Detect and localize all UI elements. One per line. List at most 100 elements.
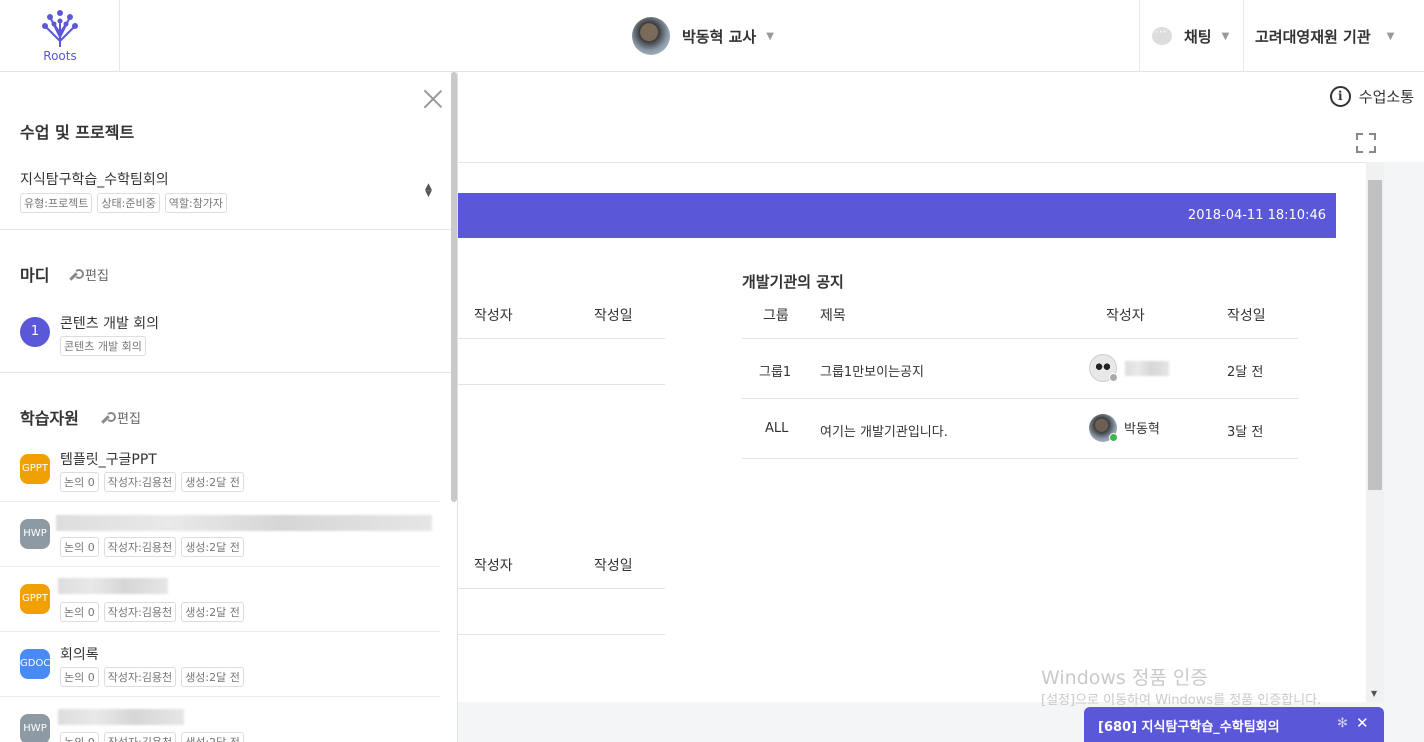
author-tag: 작성자:김용천: [103, 602, 177, 622]
table2-header-divider: [458, 588, 665, 589]
roots-logo[interactable]: Roots: [0, 0, 120, 72]
notice-date-header: 작성일: [1227, 308, 1266, 324]
notice-title-link[interactable]: 그룹1만보이는공지: [820, 361, 924, 380]
org-menu[interactable]: 고려대영재원 기관 ▼: [1255, 0, 1394, 72]
project-type-tag: 유형:프로젝트: [20, 193, 93, 213]
project-status-tag: 상태:준비중: [97, 193, 160, 213]
org-name: 고려대영재원 기관: [1255, 27, 1371, 46]
madi-edit-button[interactable]: 편집: [68, 265, 109, 284]
sidebar-scrollbar[interactable]: [451, 72, 457, 502]
chat-bubble-icon: [1152, 25, 1172, 45]
class-communication-link[interactable]: i 수업소통: [1329, 86, 1414, 107]
author-tag: 작성자:김용천: [103, 667, 177, 687]
user-avatar: [632, 17, 670, 55]
project-name: 지식탐구학습_수학팀회의: [20, 172, 169, 188]
hwp-file-icon: HWP: [20, 714, 50, 742]
sidebar-divider: [0, 372, 451, 373]
chat-window-title: [680] 지식탐구학습_수학팀회의: [1098, 720, 1280, 735]
online-status-dot: [1109, 433, 1118, 442]
notice-header-divider: [742, 338, 1298, 339]
resource-divider: [0, 501, 440, 502]
table1-date-header: 작성일: [594, 308, 633, 324]
offline-status-dot: [1109, 373, 1118, 382]
notice-author: 박동혁: [1124, 422, 1160, 437]
created-tag: 생성:2달 전: [181, 537, 244, 557]
section-title-project: 수업 및 프로젝트: [20, 123, 135, 142]
madi-title: 콘텐츠 개발 회의: [60, 316, 160, 332]
chat-window-tab[interactable]: [680] 지식탐구학습_수학팀회의 ✻ ✕: [1084, 707, 1384, 742]
madi-tag: 콘텐츠 개발 회의: [60, 336, 146, 356]
notice-group: 그룹1: [759, 365, 792, 380]
resource-tags: 논의 0 작성자:김용천 생성:2달 전: [60, 537, 244, 557]
project-role-tag: 역할:참가자: [164, 193, 228, 213]
close-icon[interactable]: [423, 89, 443, 109]
logo-text: Roots: [43, 49, 77, 63]
resource-divider: [0, 566, 440, 567]
table1-row-divider: [458, 384, 665, 385]
wrench-icon: [68, 268, 84, 281]
madi-number-badge: 1: [20, 317, 50, 347]
wrench-icon: [100, 411, 116, 424]
caret-down-icon: ▼: [1221, 30, 1230, 42]
created-tag: 생성:2달 전: [181, 667, 244, 687]
author-tag: 작성자:김용천: [103, 732, 177, 742]
edit-label: 편집: [85, 269, 109, 284]
discussion-count-tag: 논의 0: [60, 667, 99, 687]
resource-divider: [0, 696, 440, 697]
user-menu[interactable]: 박동혁 교사 ▼: [632, 17, 774, 55]
banner-date: 2018-04-11 18:10:46: [1187, 208, 1326, 223]
project-tags: 유형:프로젝트 상태:준비중 역할:참가자: [20, 193, 228, 213]
resource-divider: [0, 631, 440, 632]
notice-row-divider: [742, 398, 1298, 399]
resource-tags: 논의 0 작성자:김용천 생성:2달 전: [60, 732, 244, 742]
scroll-down-arrow-icon[interactable]: ▼: [1371, 689, 1377, 698]
caret-down-icon: ▼: [766, 30, 774, 42]
windows-activation-title: Windows 정품 인증: [1041, 667, 1208, 689]
main-top-area: [458, 72, 1424, 162]
gppt-file-icon: GPPT: [20, 454, 50, 484]
discussion-count-tag: 논의 0: [60, 537, 99, 557]
blurred-resource-title: [58, 709, 184, 725]
table1-author-header: 작성자: [474, 308, 513, 324]
gear-icon[interactable]: ✻: [1337, 716, 1348, 731]
author-tag: 작성자:김용천: [103, 472, 177, 492]
created-tag: 생성:2달 전: [181, 732, 244, 742]
windows-activation-text: [설정]으로 이동하여 Windows를 정품 인증합니다.: [1041, 693, 1322, 708]
resource-tags: 논의 0 작성자:김용천 생성:2달 전: [60, 602, 244, 622]
notice-author-header: 작성자: [1106, 308, 1145, 324]
chat-menu[interactable]: 채팅 ▼: [1139, 0, 1244, 72]
resource-tags: 논의 0 작성자:김용천 생성:2달 전: [60, 667, 244, 687]
madi-tags: 콘텐츠 개발 회의: [60, 336, 146, 356]
notice-title: 개발기관의 공지: [742, 273, 844, 291]
project-sidebar: 수업 및 프로젝트 지식탐구학습_수학팀회의 ▲ ▼ 유형:프로젝트 상태:준비중…: [0, 72, 458, 742]
gdoc-file-icon: GDOC: [20, 649, 50, 679]
info-link-label: 수업소통: [1358, 88, 1414, 106]
sidebar-divider: [0, 229, 451, 230]
discussion-count-tag: 논의 0: [60, 472, 99, 492]
edit-label: 편집: [117, 412, 141, 427]
notice-group-header: 그룹: [763, 308, 789, 324]
notice-row-divider: [742, 458, 1298, 459]
notice-date: 2달 전: [1227, 365, 1264, 380]
created-tag: 생성:2달 전: [181, 602, 244, 622]
table2-row-divider: [458, 634, 665, 635]
content-scrollbar[interactable]: ▼: [1366, 162, 1384, 702]
resources-edit-button[interactable]: 편집: [100, 408, 141, 427]
resource-title: 템플릿_구글PPT: [60, 452, 157, 468]
info-icon: i: [1329, 86, 1351, 107]
table2-date-header: 작성일: [594, 558, 633, 574]
section-title-resources: 학습자원: [20, 409, 79, 428]
sort-arrows-icon: ▲ ▼: [425, 182, 432, 199]
discussion-count-tag: 논의 0: [60, 732, 99, 742]
blurred-author-name: [1125, 361, 1169, 376]
discussion-count-tag: 논의 0: [60, 602, 99, 622]
resource-tags: 논의 0 작성자:김용천 생성:2달 전: [60, 472, 244, 492]
chat-label: 채팅: [1184, 27, 1212, 46]
fullscreen-icon[interactable]: [1356, 133, 1376, 153]
notice-date: 3달 전: [1227, 425, 1264, 440]
scrollbar-thumb[interactable]: [1368, 180, 1382, 490]
gppt-file-icon: GPPT: [20, 584, 50, 614]
close-icon[interactable]: ✕: [1356, 714, 1369, 732]
blurred-resource-title: [58, 578, 168, 594]
notice-title-link[interactable]: 여기는 개발기관입니다.: [820, 421, 948, 440]
